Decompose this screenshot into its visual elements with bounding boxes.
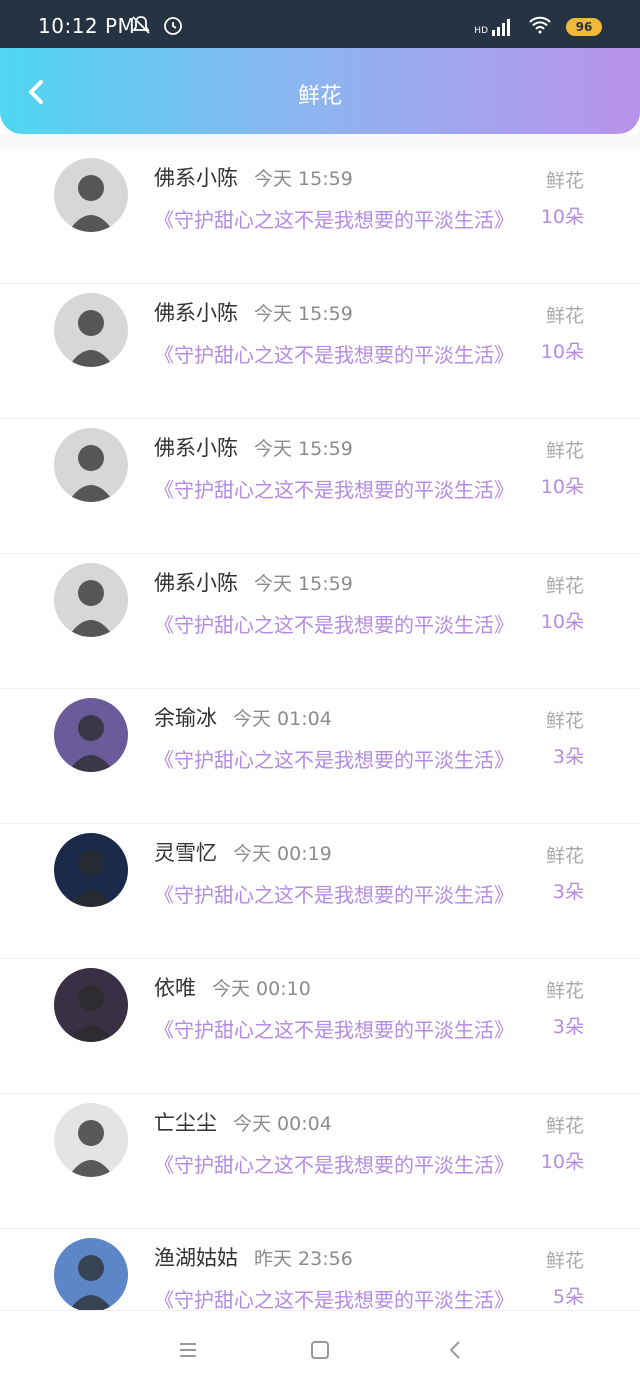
gift-count: 5朵: [552, 1286, 584, 1308]
timestamp: 今天 00:19: [233, 843, 332, 865]
status-bar: 10:12 PM HD 96: [0, 0, 640, 48]
sender-name: 灵雪忆 今天 00:19: [154, 841, 332, 865]
gift-kind: 鲜花: [545, 710, 584, 732]
book-title[interactable]: 《守护甜心之这不是我想要的平淡生活》: [154, 339, 532, 368]
divider: [0, 283, 640, 284]
timestamp: 今天 15:59: [254, 573, 353, 595]
list-item[interactable]: 佛系小陈 今天 15:59 《守护甜心之这不是我想要的平淡生活》 鲜花 10朵: [0, 555, 640, 689]
battery-icon: 96: [566, 18, 602, 36]
gift-kind: 鲜花: [545, 170, 584, 192]
back-triangle-icon: [449, 1341, 460, 1359]
gift-count: 10朵: [540, 341, 584, 363]
timestamp: 昨天 23:56: [254, 1248, 353, 1270]
sender-name: 佛系小陈 今天 15:59: [154, 571, 353, 595]
timestamp: 今天 15:59: [254, 303, 353, 325]
sender-name: 佛系小陈 今天 15:59: [154, 166, 353, 190]
mute-bell-icon: [130, 14, 152, 40]
book-title[interactable]: 《守护甜心之这不是我想要的平淡生活》: [154, 1149, 532, 1178]
book-title[interactable]: 《守护甜心之这不是我想要的平淡生活》: [154, 879, 532, 908]
gift-kind: 鲜花: [545, 305, 584, 327]
gift-count: 10朵: [540, 1151, 584, 1173]
timestamp: 今天 01:04: [233, 708, 332, 730]
gift-count: 3朵: [552, 881, 584, 903]
list-item[interactable]: 渔湖姑姑 昨天 23:56 《守护甜心之这不是我想要的平淡生活》 鲜花 5朵: [0, 1230, 640, 1310]
list-item[interactable]: 佛系小陈 今天 15:59 《守护甜心之这不是我想要的平淡生活》 鲜花 10朵: [0, 420, 640, 554]
divider: [0, 958, 640, 959]
sender-name: 佛系小陈 今天 15:59: [154, 301, 353, 325]
page-title: 鲜花: [297, 84, 342, 109]
gift-count: 10朵: [540, 611, 584, 633]
gift-count: 10朵: [540, 206, 584, 228]
gift-kind: 鲜花: [545, 845, 584, 867]
avatar[interactable]: [54, 1103, 128, 1177]
gift-kind: 鲜花: [545, 980, 584, 1002]
menu-button[interactable]: [173, 1335, 203, 1365]
book-title[interactable]: 《守护甜心之这不是我想要的平淡生活》: [154, 204, 532, 233]
list-item[interactable]: 灵雪忆 今天 00:19 《守护甜心之这不是我想要的平淡生活》 鲜花 3朵: [0, 825, 640, 959]
list-item[interactable]: 佛系小陈 今天 15:59 《守护甜心之这不是我想要的平淡生活》 鲜花 10朵: [0, 150, 640, 284]
list-item[interactable]: 佛系小陈 今天 15:59 《守护甜心之这不是我想要的平淡生活》 鲜花 10朵: [0, 285, 640, 419]
divider: [0, 1093, 640, 1094]
gift-kind: 鲜花: [545, 1115, 584, 1137]
timestamp: 今天 00:10: [212, 978, 311, 1000]
system-nav-bar: [0, 1310, 640, 1388]
avatar[interactable]: [54, 1238, 128, 1310]
gift-kind: 鲜花: [545, 1250, 584, 1272]
list-item[interactable]: 亡尘尘 今天 00:04 《守护甜心之这不是我想要的平淡生活》 鲜花 10朵: [0, 1095, 640, 1229]
status-time: 10:12 PM: [38, 14, 136, 38]
sender-name: 佛系小陈 今天 15:59: [154, 436, 353, 460]
avatar[interactable]: [54, 293, 128, 367]
alarm-icon: [162, 14, 184, 40]
book-title[interactable]: 《守护甜心之这不是我想要的平淡生活》: [154, 1014, 532, 1043]
avatar[interactable]: [54, 968, 128, 1042]
signal-icon: HD: [474, 18, 514, 36]
gift-count: 3朵: [552, 1016, 584, 1038]
list-item[interactable]: 余瑜冰 今天 01:04 《守护甜心之这不是我想要的平淡生活》 鲜花 3朵: [0, 690, 640, 824]
divider: [0, 688, 640, 689]
wifi-icon: [528, 16, 552, 38]
sender-name: 余瑜冰 今天 01:04: [154, 706, 332, 730]
avatar[interactable]: [54, 158, 128, 232]
divider: [0, 418, 640, 419]
book-title[interactable]: 《守护甜心之这不是我想要的平淡生活》: [154, 609, 532, 638]
back-nav-button[interactable]: [440, 1335, 470, 1365]
avatar[interactable]: [54, 428, 128, 502]
avatar[interactable]: [54, 563, 128, 637]
timestamp: 今天 15:59: [254, 438, 353, 460]
sender-name: 渔湖姑姑 昨天 23:56: [154, 1246, 353, 1270]
book-title[interactable]: 《守护甜心之这不是我想要的平淡生活》: [154, 1284, 532, 1310]
gift-kind: 鲜花: [545, 440, 584, 462]
square-icon: [311, 1341, 329, 1359]
list-item[interactable]: 依唯 今天 00:10 《守护甜心之这不是我想要的平淡生活》 鲜花 3朵: [0, 960, 640, 1094]
divider: [0, 553, 640, 554]
avatar[interactable]: [54, 698, 128, 772]
status-right-icons: HD 96: [474, 16, 602, 38]
sender-name: 依唯 今天 00:10: [154, 976, 311, 1000]
avatar[interactable]: [54, 833, 128, 907]
home-button[interactable]: [305, 1335, 335, 1365]
flower-list: 佛系小陈 今天 15:59 《守护甜心之这不是我想要的平淡生活》 鲜花 10朵 佛…: [0, 150, 640, 1310]
timestamp: 今天 00:04: [233, 1113, 332, 1135]
sender-name: 亡尘尘 今天 00:04: [154, 1111, 332, 1135]
gift-kind: 鲜花: [545, 575, 584, 597]
header: 鲜花: [0, 48, 640, 134]
timestamp: 今天 15:59: [254, 168, 353, 190]
gift-count: 10朵: [540, 476, 584, 498]
divider: [0, 1228, 640, 1229]
divider: [0, 823, 640, 824]
book-title[interactable]: 《守护甜心之这不是我想要的平淡生活》: [154, 744, 532, 773]
gift-count: 3朵: [552, 746, 584, 768]
book-title[interactable]: 《守护甜心之这不是我想要的平淡生活》: [154, 474, 532, 503]
menu-icon: [180, 1343, 196, 1357]
status-left-icons: [130, 14, 184, 40]
